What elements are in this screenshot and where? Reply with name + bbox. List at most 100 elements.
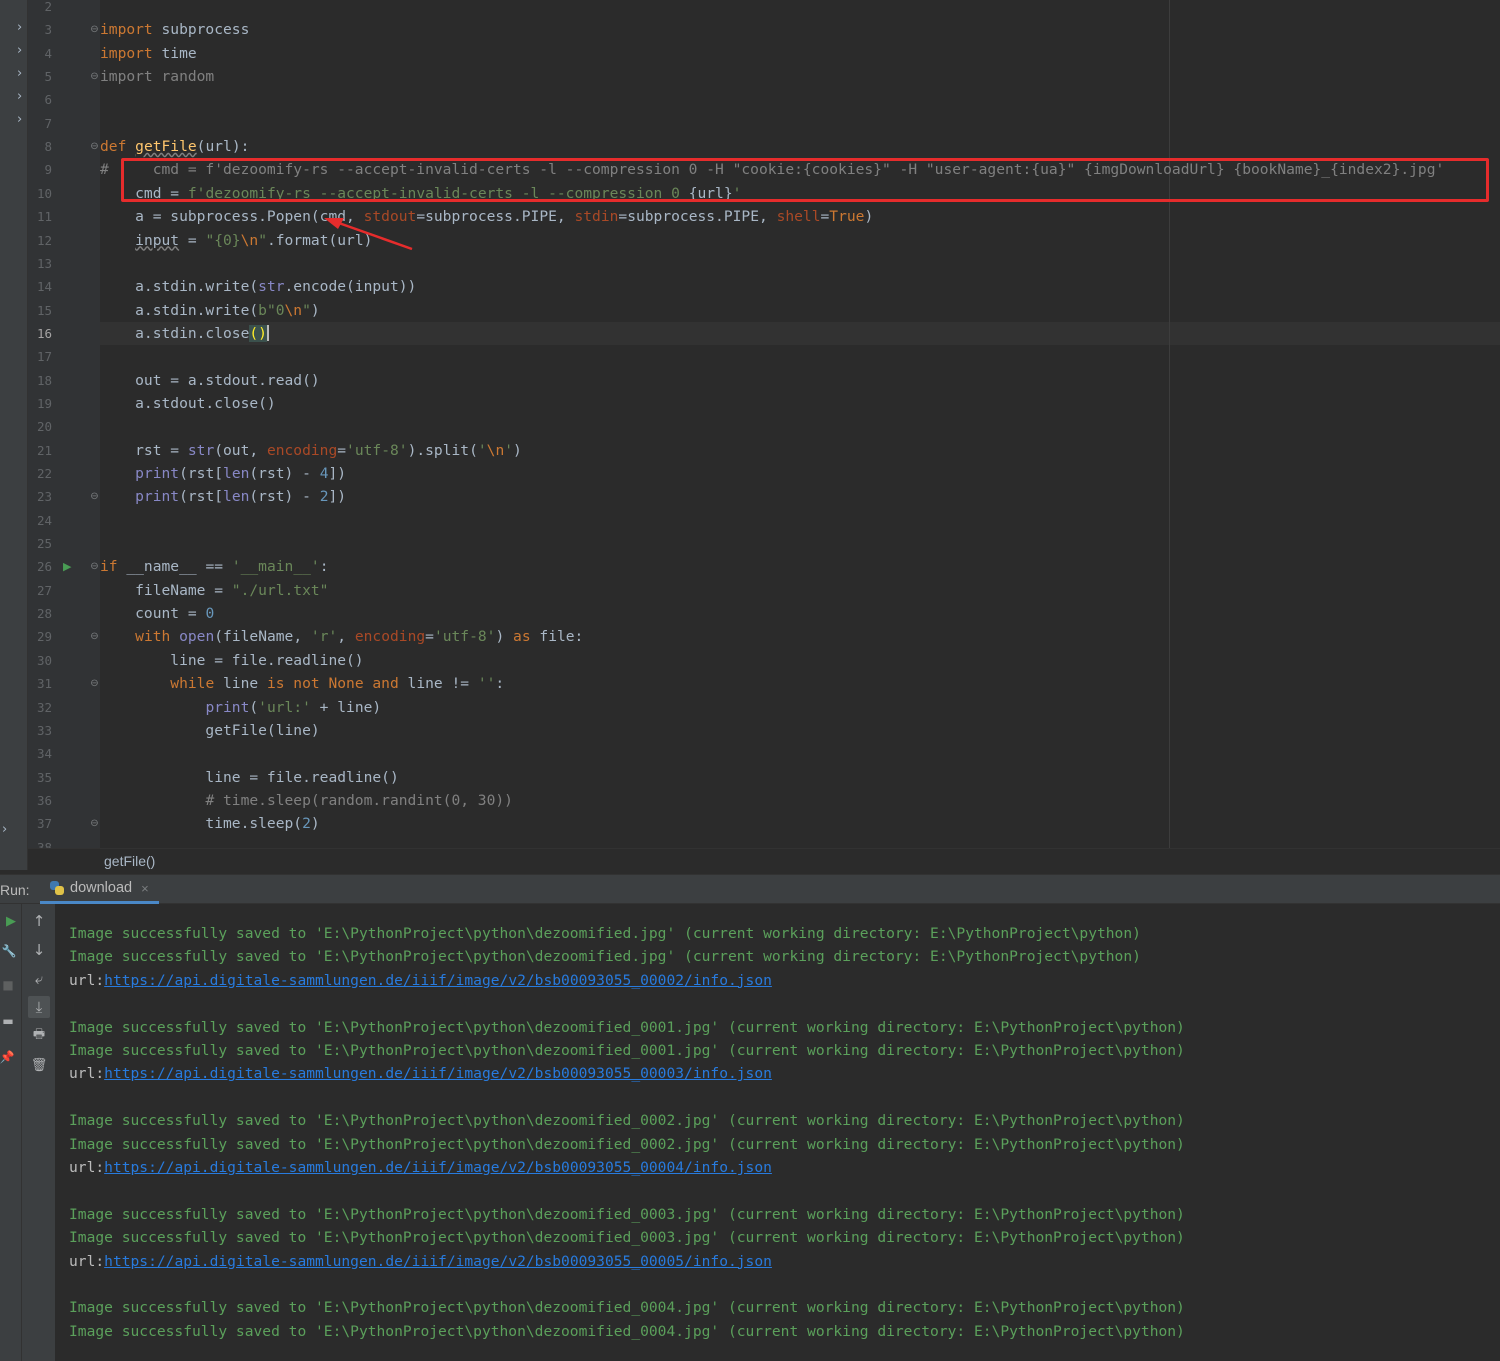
soft-wrap-icon[interactable]: ⤶ (28, 968, 50, 990)
code-line[interactable]: rst = str(out, encoding='utf-8').split('… (100, 439, 522, 462)
console-url-line[interactable]: url:https://api.digitale-sammlungen.de/i… (69, 1156, 772, 1179)
console-link[interactable]: https://api.digitale-sammlungen.de/iiif/… (104, 1253, 772, 1270)
chevron-right-icon[interactable]: › (17, 112, 22, 127)
annotation-arrow (324, 218, 413, 251)
code-line[interactable]: print('url:' + line) (100, 696, 381, 719)
line-number: 7 (44, 115, 52, 131)
annotation-highlight-box (121, 158, 1489, 202)
fold-marker-icon[interactable]: ⊖ (89, 555, 100, 578)
run-gutter-icon[interactable]: ▶ (63, 560, 71, 573)
fold-marker-icon[interactable]: ⊖ (89, 135, 100, 158)
close-icon[interactable]: × (141, 881, 149, 896)
line-number: 6 (44, 92, 52, 108)
code-line[interactable]: fileName = "./url.txt" (100, 579, 328, 602)
code-line[interactable]: print(rst[len(rst) - 2]) (100, 485, 346, 508)
code-line[interactable]: # time.sleep(random.randint(0, 30)) (100, 789, 513, 812)
code-line[interactable]: out = a.stdout.read() (100, 369, 320, 392)
line-number: 10 (36, 185, 52, 201)
console-link[interactable]: https://api.digitale-sammlungen.de/iiif/… (104, 972, 772, 989)
fold-marker-icon[interactable]: ⊖ (89, 672, 100, 695)
code-text-area[interactable]: import subprocess import time import rando… (100, 0, 1500, 848)
chevron-right-icon[interactable]: › (17, 43, 22, 58)
line-number: 21 (36, 442, 52, 458)
code-line[interactable]: line = file.readline() (100, 649, 363, 672)
code-editor[interactable]: 2 3 ⊖ 4 5 ⊖ 6 7 8 ⊖ 9 10 11 12 13 14 15 16 17 18 19 20 21 22 23 ⊖… (0, 0, 1500, 848)
chevron-right-icon[interactable]: › (17, 89, 22, 104)
fold-marker-icon[interactable]: ⊖ (89, 65, 100, 88)
fold-marker-icon[interactable]: ⊖ (89, 625, 100, 648)
line-number: 14 (36, 279, 52, 295)
line-number: 2 (44, 0, 52, 14)
console-output-line: Image successfully saved to 'E:\PythonPr… (69, 925, 1141, 942)
console-output-line: Image successfully saved to 'E:\PythonPr… (69, 948, 1141, 966)
url-prefix: url: (69, 1065, 105, 1083)
pin-icon[interactable]: 📌 (0, 1046, 18, 1068)
code-line[interactable]: line = file.readline() (100, 766, 398, 789)
arrow-up-icon[interactable]: ↑ (28, 910, 50, 932)
code-line[interactable]: if __name__ == '__main__': (100, 555, 328, 578)
scroll-to-end-icon[interactable]: ⤓ (28, 996, 50, 1018)
line-number: 15 (36, 302, 52, 318)
console-url-line[interactable]: url:https://api.digitale-sammlungen.de/i… (69, 1250, 772, 1273)
line-number: 25 (36, 536, 52, 552)
line-number: 30 (36, 652, 52, 668)
line-number: 4 (44, 45, 52, 61)
code-line[interactable]: import time (100, 42, 197, 65)
url-prefix: url: (69, 1252, 105, 1270)
chevron-right-icon[interactable]: › (17, 20, 22, 35)
line-number: 13 (36, 255, 52, 271)
stop-icon[interactable]: ■ (0, 974, 19, 996)
console-link[interactable]: https://api.digitale-sammlungen.de/iiif/… (104, 1159, 772, 1176)
console-output-line: Image successfully saved to 'E:\PythonPr… (69, 1018, 1185, 1036)
code-line[interactable]: print(rst[len(rst) - 4]) (100, 462, 346, 485)
console-output-line: Image successfully saved to 'E:\PythonPr… (69, 1299, 1185, 1317)
code-line[interactable]: getFile(line) (100, 719, 319, 742)
code-line[interactable]: a.stdin.write(b"0\n") (100, 299, 320, 322)
line-number: 31 (36, 676, 52, 692)
run-tab-download[interactable]: download × (40, 875, 159, 904)
chevron-right-icon[interactable]: › (17, 66, 22, 81)
breadcrumb[interactable]: getFile() (104, 853, 155, 869)
run-label: Run: (0, 882, 30, 898)
trash-icon[interactable]: 🗑 (28, 1054, 50, 1076)
code-line[interactable]: with open(fileName, 'r', encoding='utf-8… (100, 625, 583, 648)
line-number: 35 (36, 769, 52, 785)
fold-marker-icon[interactable]: ⊖ (89, 812, 100, 835)
console-toolbar: ↑ ↓ ⤶ ⤓ 🖶 🗑 (22, 904, 56, 1361)
line-number: 26 (36, 559, 52, 575)
line-number: 3 (44, 22, 52, 38)
console-output-line: Image successfully saved to 'E:\PythonPr… (69, 1042, 1185, 1059)
wrench-icon[interactable]: 🔧 (0, 940, 20, 962)
code-line[interactable]: a.stdout.close() (100, 392, 276, 415)
console-output-line: Image successfully saved to 'E:\PythonPr… (69, 1229, 1185, 1247)
code-line[interactable]: a = subprocess.Popen(cmd, stdout=subproc… (100, 205, 873, 228)
line-number: 22 (36, 466, 52, 481)
code-line[interactable]: a.stdin.write(str.encode(input)) (100, 275, 416, 298)
chevron-right-icon[interactable]: › (2, 822, 7, 837)
code-line[interactable]: time.sleep(2) (100, 812, 319, 835)
line-number: 33 (36, 722, 52, 738)
line-number: 12 (36, 232, 52, 248)
arrow-down-icon[interactable]: ↓ (28, 939, 50, 961)
code-line[interactable]: a.stdin.close() (100, 322, 269, 345)
console-link[interactable]: https://api.digitale-sammlungen.de/iiif/… (104, 1065, 772, 1082)
line-number: 36 (36, 792, 52, 808)
line-number: 34 (36, 746, 52, 762)
project-tree-strip[interactable]: › › › › › › (0, 0, 28, 870)
run-tab-label: download (70, 880, 133, 896)
code-line[interactable]: def getFile(url): (100, 135, 249, 158)
print-icon[interactable]: 🖶 (28, 1025, 50, 1047)
run-console-output[interactable]: Image successfully saved to 'E:\PythonPr… (56, 904, 1500, 1361)
layout-icon[interactable]: ▬ (0, 1010, 19, 1032)
code-line[interactable]: import subprocess (100, 18, 249, 41)
fold-marker-icon[interactable]: ⊖ (89, 485, 100, 508)
breadcrumb-bar: getFile() (28, 848, 1500, 874)
rerun-icon[interactable]: ▶ (0, 910, 22, 932)
code-line[interactable]: count = 0 (100, 602, 214, 625)
console-url-line[interactable]: url:https://api.digitale-sammlungen.de/i… (69, 1062, 772, 1085)
code-line[interactable]: while line is not None and line != '': (100, 672, 504, 695)
url-prefix: url: (69, 971, 105, 989)
console-url-line[interactable]: url:https://api.digitale-sammlungen.de/i… (69, 969, 772, 992)
code-line[interactable]: import random (100, 65, 214, 88)
fold-marker-icon[interactable]: ⊖ (89, 18, 100, 41)
